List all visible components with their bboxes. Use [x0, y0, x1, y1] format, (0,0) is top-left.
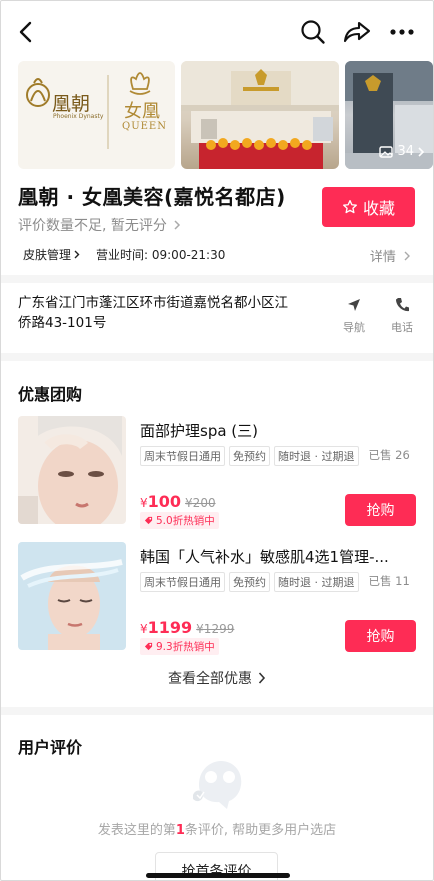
- logo-right-text: 女凰: [124, 101, 160, 122]
- buy-button[interactable]: 抢购: [345, 494, 416, 526]
- photo-count[interactable]: 34: [379, 144, 425, 159]
- detail-label: 详情: [369, 250, 396, 265]
- chevron-right-icon: [418, 146, 425, 157]
- discount-label: 5.0折热销中: [156, 515, 215, 527]
- deal-thumbnail[interactable]: [18, 542, 126, 650]
- section-divider: [1, 707, 433, 715]
- rating-label: 评价数量不足, 暂无评分: [18, 218, 167, 234]
- review-prompt-number: 1: [175, 823, 185, 838]
- deal-card[interactable]: 面部护理spa (三) 周末节假日通用 免预约 随时退 · 过期退 已售 26 …: [18, 416, 416, 529]
- review-prompt-after: 条评价, 帮助更多用户选店: [184, 823, 337, 838]
- phone-button[interactable]: 电话: [382, 297, 422, 335]
- deal-price: ¥ 100 ¥200: [140, 492, 216, 511]
- logo-right-sub: QUEEN: [122, 121, 167, 132]
- deal-thumbnail[interactable]: [18, 416, 126, 524]
- photo-count-number: 34: [397, 144, 414, 159]
- buy-button[interactable]: 抢购: [345, 620, 416, 652]
- chevron-right-icon: [74, 250, 80, 259]
- home-indicator: [146, 873, 290, 878]
- discount-label: 9.3折热销中: [156, 641, 215, 653]
- category-label: 皮肤管理: [23, 248, 72, 262]
- storefront-photo[interactable]: [180, 61, 339, 169]
- logo-left-text: 凰朝: [52, 93, 91, 115]
- empty-review-icon: [189, 755, 245, 811]
- detail-link[interactable]: 详情: [370, 246, 411, 265]
- deal-tag: 周末节假日通用: [140, 446, 225, 466]
- deal-tags: 周末节假日通用 免预约 随时退 · 过期退 已售 11: [140, 572, 410, 592]
- deal-tag: 免预约: [229, 572, 270, 592]
- store-address[interactable]: 广东省江门市蓬江区环市街道嘉悦名都小区江侨路43-101号: [18, 293, 288, 333]
- photo-gallery[interactable]: 凰朝 Phoenix Dynasty 女凰 QUEEN 34: [18, 61, 433, 169]
- brand-logo-card[interactable]: 凰朝 Phoenix Dynasty 女凰 QUEEN: [18, 61, 175, 169]
- back-icon[interactable]: [11, 17, 41, 47]
- business-hours: 营业时间: 09:00-21:30: [96, 248, 226, 262]
- original-price: ¥200: [185, 496, 216, 510]
- deal-title[interactable]: 面部护理spa (三): [140, 420, 412, 441]
- deal-tag: 随时退 · 过期退: [274, 572, 359, 592]
- category-link[interactable]: 皮肤管理: [23, 246, 80, 263]
- chevron-right-icon: [258, 672, 266, 684]
- store-page: 凰朝 Phoenix Dynasty 女凰 QUEEN 34 凰朝 · 女凰美容…: [0, 0, 434, 881]
- reviews-section-title: 用户评价: [18, 738, 83, 757]
- ticket-icon: [144, 642, 153, 651]
- deal-sold-count: 已售 26: [368, 448, 410, 462]
- store-name: 凰朝 · 女凰美容(嘉悦名都店): [18, 185, 286, 209]
- price-value: 1199: [147, 618, 193, 637]
- store-meta: 皮肤管理 营业时间: 09:00-21:30: [23, 246, 225, 263]
- deal-tags: 周末节假日通用 免预约 随时退 · 过期退 已售 26: [140, 446, 410, 466]
- original-price: ¥1299: [196, 622, 235, 636]
- deals-section-title: 优惠团购: [18, 385, 83, 404]
- price-value: 100: [147, 492, 182, 511]
- top-navigation-bar: [1, 1, 433, 61]
- favorite-button[interactable]: 收藏: [322, 187, 415, 227]
- search-icon[interactable]: [298, 17, 328, 47]
- deal-sold-count: 已售 11: [368, 574, 410, 588]
- section-divider: [1, 275, 433, 283]
- section-divider: [1, 353, 433, 361]
- review-prompt-before: 发表这里的第: [97, 823, 176, 838]
- more-icon[interactable]: [387, 17, 417, 47]
- rating-text[interactable]: 评价数量不足, 暂无评分: [18, 215, 181, 235]
- see-all-deals-link[interactable]: 查看全部优惠: [1, 668, 433, 688]
- share-icon[interactable]: [342, 17, 372, 47]
- deal-card[interactable]: 韩国「人气补水」敏感肌4选1管理-... 周末节假日通用 免预约 随时退 · 过…: [18, 542, 416, 655]
- navigation-button[interactable]: 导航: [334, 297, 374, 335]
- interior-photo[interactable]: 34: [344, 61, 433, 169]
- image-icon: [379, 145, 394, 158]
- logo-left-sub: Phoenix Dynasty: [53, 113, 104, 120]
- navigation-icon: [348, 299, 360, 311]
- chevron-right-icon: [174, 220, 181, 230]
- review-prompt: 发表这里的第1条评价, 帮助更多用户选店: [1, 819, 433, 838]
- chevron-right-icon: [404, 251, 410, 261]
- favorite-label: 收藏: [362, 199, 395, 218]
- deal-title[interactable]: 韩国「人气补水」敏感肌4选1管理-...: [140, 546, 412, 567]
- deal-tag: 免预约: [229, 446, 270, 466]
- price-currency: ¥: [140, 622, 148, 636]
- star-icon: [343, 200, 357, 214]
- discount-badge: 5.0折热销中: [140, 512, 219, 529]
- phone-icon: [396, 298, 409, 312]
- deal-tag: 随时退 · 过期退: [274, 446, 359, 466]
- discount-badge: 9.3折热销中: [140, 638, 219, 655]
- deal-price: ¥ 1199 ¥1299: [140, 618, 234, 637]
- phone-label: 电话: [391, 321, 413, 334]
- ticket-icon: [144, 516, 153, 525]
- see-all-label: 查看全部优惠: [168, 671, 252, 687]
- navigation-label: 导航: [343, 321, 365, 334]
- deal-tag: 周末节假日通用: [140, 572, 225, 592]
- price-currency: ¥: [140, 496, 148, 510]
